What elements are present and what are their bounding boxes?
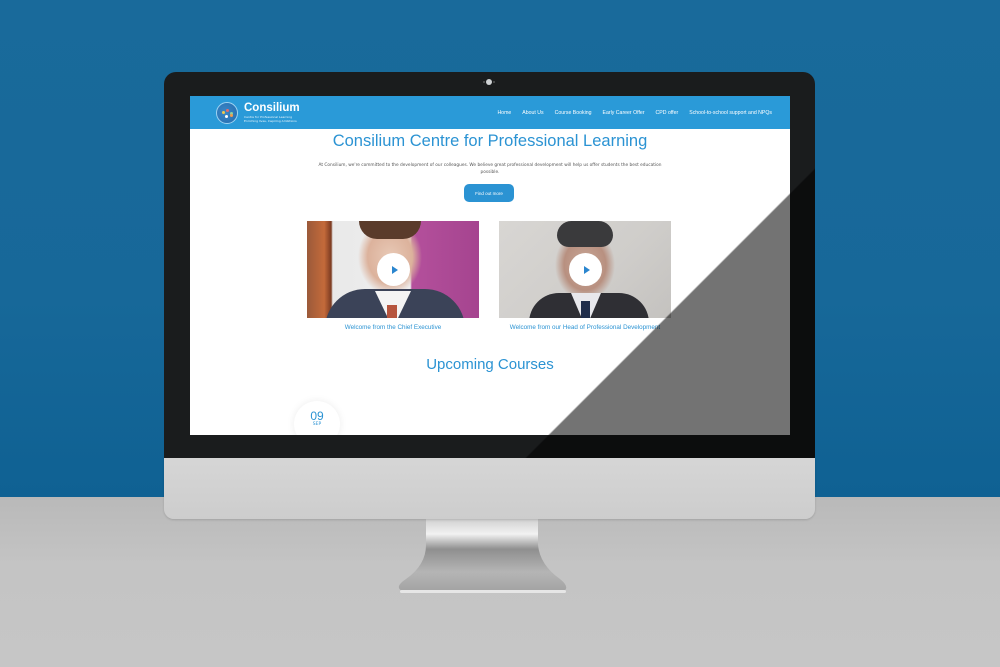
site-navbar: Consilium Centre for Professional Learni… <box>190 96 790 129</box>
play-button[interactable] <box>569 253 602 286</box>
nav-course-booking[interactable]: Course Booking <box>555 110 592 116</box>
video-card-head-of-pd: Welcome from our Head of Professional De… <box>499 221 671 331</box>
monitor-bezel: Consilium Centre for Professional Learni… <box>164 72 815 458</box>
nav-early-career-offer[interactable]: Early Career Offer <box>603 110 645 116</box>
website-screen: Consilium Centre for Professional Learni… <box>190 96 790 435</box>
thumbnail-detail <box>557 221 613 247</box>
monitor-stand <box>398 515 567 593</box>
date-month: SEP <box>312 422 322 427</box>
logo-text: Consilium Centre for Professional Learni… <box>244 103 300 123</box>
find-out-more-button[interactable]: Find out more <box>464 184 514 202</box>
nav-school-to-school[interactable]: School-to-school support and NPQs <box>689 110 772 116</box>
play-icon <box>583 265 590 274</box>
video-thumbnail[interactable] <box>307 221 479 318</box>
hero-title: Consilium Centre for Professional Learni… <box>332 132 648 150</box>
date-day: 09 <box>310 409 324 423</box>
thumbnail-detail <box>581 301 590 318</box>
thumbnail-detail <box>359 221 421 239</box>
upcoming-courses-title: Upcoming Courses <box>426 356 554 373</box>
site-logo[interactable]: Consilium Centre for Professional Learni… <box>216 100 300 126</box>
logo-mark-icon <box>216 102 238 124</box>
play-button[interactable] <box>377 253 410 286</box>
logo-tagline-2: Enriching lives, Inspiring Ambitions <box>244 118 297 123</box>
video-thumbnail[interactable] <box>499 221 671 318</box>
video-card-chief-executive: Welcome from the Chief Executive <box>307 221 479 331</box>
hero-text: At Consilium, we're committed to the dev… <box>318 163 662 175</box>
nav-about-us[interactable]: About Us <box>522 110 543 116</box>
thumbnail-detail <box>387 305 397 318</box>
video-caption[interactable]: Welcome from the Chief Executive <box>307 324 479 331</box>
course-date-badge[interactable]: 09 SEP <box>294 401 340 435</box>
main-nav: Home About Us Course Booking Early Caree… <box>497 96 772 129</box>
video-caption[interactable]: Welcome from our Head of Professional De… <box>499 324 671 331</box>
camera-icon <box>486 79 492 85</box>
nav-cpd-offer[interactable]: CPD offer <box>656 110 679 116</box>
play-icon <box>391 265 398 274</box>
nav-home[interactable]: Home <box>497 110 511 116</box>
monitor-chin <box>164 456 815 519</box>
logo-name: Consilium <box>244 102 300 115</box>
